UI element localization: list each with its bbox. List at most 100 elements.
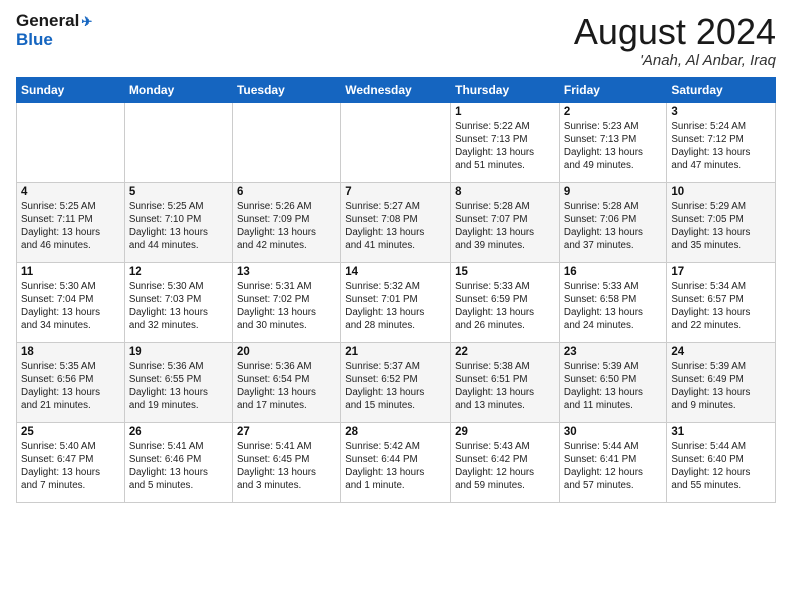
day-number: 6 <box>237 186 336 198</box>
day-info: Sunrise: 5:29 AMSunset: 7:05 PMDaylight:… <box>671 200 771 253</box>
day-info: Sunrise: 5:34 AMSunset: 6:57 PMDaylight:… <box>671 280 771 333</box>
day-number: 1 <box>455 106 555 118</box>
day-number: 30 <box>564 426 662 438</box>
day-info: Sunrise: 5:26 AMSunset: 7:09 PMDaylight:… <box>237 200 336 253</box>
day-number: 27 <box>237 426 336 438</box>
day-cell: 25Sunrise: 5:40 AMSunset: 6:47 PMDayligh… <box>17 422 125 502</box>
day-info: Sunrise: 5:35 AMSunset: 6:56 PMDaylight:… <box>21 360 120 413</box>
day-number: 5 <box>129 186 228 198</box>
day-cell <box>17 102 125 182</box>
day-cell: 22Sunrise: 5:38 AMSunset: 6:51 PMDayligh… <box>451 342 560 422</box>
day-info: Sunrise: 5:37 AMSunset: 6:52 PMDaylight:… <box>345 360 446 413</box>
day-number: 21 <box>345 346 446 358</box>
day-cell <box>341 102 451 182</box>
day-number: 3 <box>671 106 771 118</box>
logo-blue: Blue <box>16 31 92 50</box>
day-info: Sunrise: 5:41 AMSunset: 6:45 PMDaylight:… <box>237 440 336 493</box>
day-info: Sunrise: 5:44 AMSunset: 6:41 PMDaylight:… <box>564 440 662 493</box>
weekday-header-sunday: Sunday <box>17 77 125 102</box>
day-cell: 29 Sunrise: 5:43 AMSunset: 6:42 PMDayligh… <box>451 422 560 502</box>
day-number: 16 <box>564 266 662 278</box>
weekday-header-tuesday: Tuesday <box>232 77 340 102</box>
day-cell: 3 Sunrise: 5:24 AMSunset: 7:12 PMDaylight… <box>667 102 776 182</box>
day-cell: 12 Sunrise: 5:30 AMSunset: 7:03 PMDayligh… <box>124 262 232 342</box>
day-info: Sunrise: 5:39 AMSunset: 6:49 PMDaylight:… <box>671 360 771 413</box>
day-number: 17 <box>671 266 771 278</box>
day-cell: 19Sunrise: 5:36 AMSunset: 6:55 PMDayligh… <box>124 342 232 422</box>
day-cell: 6 Sunrise: 5:26 AMSunset: 7:09 PMDaylight… <box>232 182 340 262</box>
day-cell: 14Sunrise: 5:32 AMSunset: 7:01 PMDayligh… <box>341 262 451 342</box>
day-cell: 10 Sunrise: 5:29 AMSunset: 7:05 PMDayligh… <box>667 182 776 262</box>
day-number: 26 <box>129 426 228 438</box>
day-number: 13 <box>237 266 336 278</box>
day-info: Sunrise: 5:25 AMSunset: 7:11 PMDaylight:… <box>21 200 120 253</box>
day-number: 2 <box>564 106 662 118</box>
day-info: Sunrise: 5:41 AMSunset: 6:46 PMDaylight:… <box>129 440 228 493</box>
header: General✈ Blue August 2024 'Anah, Al Anba… <box>16 12 776 69</box>
day-cell: 5 Sunrise: 5:25 AMSunset: 7:10 PMDaylight… <box>124 182 232 262</box>
weekday-header-thursday: Thursday <box>451 77 560 102</box>
day-info: Sunrise: 5:28 AMSunset: 7:07 PMDaylight:… <box>455 200 555 253</box>
day-cell <box>232 102 340 182</box>
month-title: August 2024 <box>574 12 776 52</box>
day-cell: 15 Sunrise: 5:33 AMSunset: 6:59 PMDayligh… <box>451 262 560 342</box>
weekday-header-wednesday: Wednesday <box>341 77 451 102</box>
day-cell: 7 Sunrise: 5:27 AMSunset: 7:08 PMDaylight… <box>341 182 451 262</box>
day-info: Sunrise: 5:30 AMSunset: 7:03 PMDaylight:… <box>129 280 228 333</box>
day-number: 31 <box>671 426 771 438</box>
day-cell: 27 Sunrise: 5:41 AMSunset: 6:45 PMDayligh… <box>232 422 340 502</box>
day-cell: 26 Sunrise: 5:41 AMSunset: 6:46 PMDayligh… <box>124 422 232 502</box>
day-number: 25 <box>21 426 120 438</box>
weekday-header-monday: Monday <box>124 77 232 102</box>
day-info: Sunrise: 5:33 AMSunset: 6:59 PMDaylight:… <box>455 280 555 333</box>
day-info: Sunrise: 5:44 AMSunset: 6:40 PMDaylight:… <box>671 440 771 493</box>
week-row-4: 18 Sunrise: 5:35 AMSunset: 6:56 PMDayligh… <box>17 342 776 422</box>
logo-general: General✈ <box>16 12 92 31</box>
weekday-header-friday: Friday <box>559 77 666 102</box>
day-cell <box>124 102 232 182</box>
weekday-header-row: SundayMondayTuesdayWednesdayThursdayFrid… <box>17 77 776 102</box>
day-number: 12 <box>129 266 228 278</box>
day-number: 29 <box>455 426 555 438</box>
day-cell: 17 Sunrise: 5:34 AMSunset: 6:57 PMDayligh… <box>667 262 776 342</box>
day-info: Sunrise: 5:25 AMSunset: 7:10 PMDaylight:… <box>129 200 228 253</box>
day-cell: 13 Sunrise: 5:31 AMSunset: 7:02 PMDayligh… <box>232 262 340 342</box>
day-cell: 30 Sunrise: 5:44 AMSunset: 6:41 PMDayligh… <box>559 422 666 502</box>
day-cell: 16 Sunrise: 5:33 AMSunset: 6:58 PMDayligh… <box>559 262 666 342</box>
week-row-3: 11Sunrise: 5:30 AMSunset: 7:04 PMDayligh… <box>17 262 776 342</box>
day-info: Sunrise: 5:23 AMSunset: 7:13 PMDaylight:… <box>564 120 662 173</box>
day-info: Sunrise: 5:31 AMSunset: 7:02 PMDaylight:… <box>237 280 336 333</box>
day-info: Sunrise: 5:32 AMSunset: 7:01 PMDaylight:… <box>345 280 446 333</box>
day-number: 8 <box>455 186 555 198</box>
day-info: Sunrise: 5:30 AMSunset: 7:04 PMDaylight:… <box>21 280 120 333</box>
day-cell: 24Sunrise: 5:39 AMSunset: 6:49 PMDayligh… <box>667 342 776 422</box>
weekday-header-saturday: Saturday <box>667 77 776 102</box>
week-row-5: 25Sunrise: 5:40 AMSunset: 6:47 PMDayligh… <box>17 422 776 502</box>
day-info: Sunrise: 5:33 AMSunset: 6:58 PMDaylight:… <box>564 280 662 333</box>
day-info: Sunrise: 5:27 AMSunset: 7:08 PMDaylight:… <box>345 200 446 253</box>
day-info: Sunrise: 5:43 AMSunset: 6:42 PMDaylight:… <box>455 440 555 493</box>
day-info: Sunrise: 5:38 AMSunset: 6:51 PMDaylight:… <box>455 360 555 413</box>
day-cell: 11Sunrise: 5:30 AMSunset: 7:04 PMDayligh… <box>17 262 125 342</box>
day-cell: 28 Sunrise: 5:42 AMSunset: 6:44 PMDayligh… <box>341 422 451 502</box>
day-number: 20 <box>237 346 336 358</box>
day-cell: 18 Sunrise: 5:35 AMSunset: 6:56 PMDayligh… <box>17 342 125 422</box>
day-info: Sunrise: 5:24 AMSunset: 7:12 PMDaylight:… <box>671 120 771 173</box>
day-number: 10 <box>671 186 771 198</box>
day-cell: 4Sunrise: 5:25 AMSunset: 7:11 PMDaylight… <box>17 182 125 262</box>
day-cell: 20 Sunrise: 5:36 AMSunset: 6:54 PMDayligh… <box>232 342 340 422</box>
week-row-1: 1Sunrise: 5:22 AMSunset: 7:13 PMDaylight… <box>17 102 776 182</box>
location: 'Anah, Al Anbar, Iraq <box>574 52 776 69</box>
day-number: 15 <box>455 266 555 278</box>
day-cell: 31 Sunrise: 5:44 AMSunset: 6:40 PMDayligh… <box>667 422 776 502</box>
week-row-2: 4Sunrise: 5:25 AMSunset: 7:11 PMDaylight… <box>17 182 776 262</box>
day-number: 28 <box>345 426 446 438</box>
day-info: Sunrise: 5:42 AMSunset: 6:44 PMDaylight:… <box>345 440 446 493</box>
day-number: 23 <box>564 346 662 358</box>
day-cell: 9Sunrise: 5:28 AMSunset: 7:06 PMDaylight… <box>559 182 666 262</box>
day-number: 7 <box>345 186 446 198</box>
day-info: Sunrise: 5:36 AMSunset: 6:54 PMDaylight:… <box>237 360 336 413</box>
day-number: 18 <box>21 346 120 358</box>
day-info: Sunrise: 5:36 AMSunset: 6:55 PMDaylight:… <box>129 360 228 413</box>
logo: General✈ Blue <box>16 12 92 49</box>
